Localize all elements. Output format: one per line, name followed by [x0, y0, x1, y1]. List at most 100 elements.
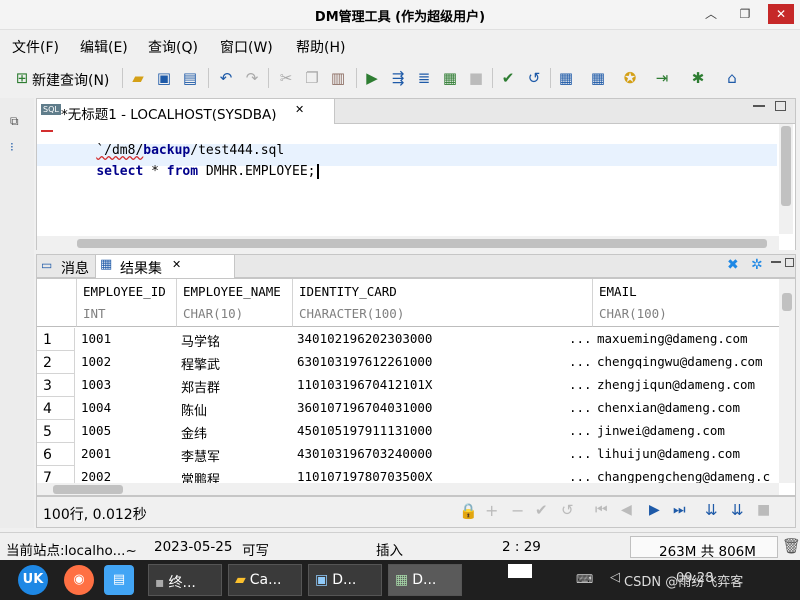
- grid-hscroll-thumb[interactable]: [53, 485, 123, 494]
- editor-scroll-thumb[interactable]: [781, 126, 791, 206]
- open-folder-icon[interactable]: ▰: [128, 68, 148, 88]
- cell-email[interactable]: maxueming@dameng.com: [597, 328, 779, 351]
- menu-window[interactable]: 窗口(W): [220, 37, 273, 57]
- minimize-result-icon[interactable]: [771, 261, 781, 263]
- step-run-icon[interactable]: ⇥: [652, 68, 672, 88]
- cell-employee-id[interactable]: 1004: [81, 397, 175, 420]
- trash-icon[interactable]: 🗑: [782, 537, 800, 555]
- cell-email[interactable]: jinwei@dameng.com: [597, 420, 779, 443]
- confirm-edit-icon[interactable]: ✔: [535, 501, 548, 519]
- volume-icon[interactable]: ◁: [610, 570, 620, 585]
- stop-fetch-icon[interactable]: ■: [757, 502, 770, 518]
- start-menu-icon[interactable]: UK: [18, 565, 48, 595]
- minimize-panel-icon[interactable]: [753, 105, 765, 107]
- cell-identity-card[interactable]: 11010319670412101X: [297, 374, 567, 397]
- paste-icon[interactable]: ▥: [328, 68, 348, 88]
- cell-employee-name[interactable]: 马学铭: [181, 328, 291, 351]
- save-icon[interactable]: ▣: [154, 68, 174, 88]
- commit-icon[interactable]: ✔: [498, 68, 518, 88]
- cell-employee-id[interactable]: 1002: [81, 351, 175, 374]
- stop-icon[interactable]: ■: [466, 68, 486, 88]
- task-terminal[interactable]: ▪ 终...: [148, 564, 222, 596]
- cell-employee-name[interactable]: 郑吉群: [181, 374, 291, 397]
- tab-messages[interactable]: 消息: [61, 258, 89, 278]
- menu-help[interactable]: 帮助(H): [296, 37, 345, 57]
- column-header-employee-id[interactable]: EMPLOYEE_ID INT: [77, 279, 177, 327]
- maximize-result-icon[interactable]: [785, 258, 794, 267]
- debug-wizard-icon[interactable]: ✪: [620, 68, 640, 88]
- grid-vertical-scrollbar[interactable]: [779, 279, 795, 483]
- column-header-identity-card[interactable]: IDENTITY_CARD CHARACTER(100): [293, 279, 593, 327]
- debug-bug-icon[interactable]: ✱: [688, 68, 708, 88]
- result-settings-icon[interactable]: ✲: [751, 257, 763, 273]
- grid-scroll-thumb[interactable]: [782, 293, 792, 311]
- minimize-button[interactable]: ︿: [700, 4, 722, 24]
- rollback-icon[interactable]: ↺: [524, 68, 544, 88]
- result-grid[interactable]: EMPLOYEE_ID INT EMPLOYEE_NAME CHAR(10) I…: [36, 278, 796, 496]
- previous-page-icon[interactable]: ◀: [621, 502, 632, 518]
- cut-icon[interactable]: ✂: [276, 68, 296, 88]
- cell-employee-name[interactable]: 金纬: [181, 420, 291, 443]
- editor-hscroll-thumb[interactable]: [77, 239, 767, 248]
- copy-icon[interactable]: ❐: [302, 68, 322, 88]
- close-button[interactable]: ✕: [768, 4, 794, 24]
- cell-employee-id[interactable]: 1003: [81, 374, 175, 397]
- keyboard-icon[interactable]: ⌨: [576, 572, 593, 586]
- tab-resultset-close-icon[interactable]: ✕: [172, 258, 181, 271]
- delete-row-icon[interactable]: −: [511, 501, 524, 520]
- fetch-next-icon[interactable]: ⇊: [705, 501, 718, 519]
- next-page-icon[interactable]: ▶: [649, 502, 660, 518]
- task-files[interactable]: ▰ Ca...: [228, 564, 302, 596]
- execute-script-icon[interactable]: ⇶: [388, 68, 408, 88]
- new-query-button[interactable]: 新建查询(N): [32, 70, 109, 90]
- execute-plan-icon[interactable]: ≣: [414, 68, 434, 88]
- cell-employee-id[interactable]: 2001: [81, 443, 175, 466]
- clear-results-icon[interactable]: ✖: [727, 257, 739, 273]
- cell-employee-id[interactable]: 1005: [81, 420, 175, 443]
- cell-employee-name[interactable]: 陈仙: [181, 397, 291, 420]
- cell-email[interactable]: chenxian@dameng.com: [597, 397, 779, 420]
- calendar-icon[interactable]: ▦: [588, 68, 608, 88]
- firefox-icon[interactable]: ◉: [64, 565, 94, 595]
- add-row-icon[interactable]: +: [485, 501, 498, 520]
- schedule-icon[interactable]: ▦: [556, 68, 576, 88]
- cell-email[interactable]: zhengjiqun@dameng.com: [597, 374, 779, 397]
- cell-identity-card[interactable]: 340102196202303000: [297, 328, 567, 351]
- menu-query[interactable]: 查询(Q): [148, 37, 198, 57]
- cell-identity-card[interactable]: 430103196703240000: [297, 443, 567, 466]
- first-page-icon[interactable]: ⏮: [595, 502, 608, 518]
- cell-employee-name[interactable]: 李慧军: [181, 443, 291, 466]
- column-header-employee-name[interactable]: EMPLOYEE_NAME CHAR(10): [177, 279, 293, 327]
- object-navigator-icon[interactable]: ⁝: [10, 140, 14, 154]
- cell-identity-card[interactable]: 630103197612261000: [297, 351, 567, 374]
- fetch-all-icon[interactable]: ⇊: [731, 501, 744, 519]
- save-all-icon[interactable]: ▤: [180, 68, 200, 88]
- maximize-panel-icon[interactable]: [775, 101, 786, 111]
- lock-icon[interactable]: 🔒: [459, 502, 478, 520]
- cell-employee-name[interactable]: 程擎武: [181, 351, 291, 374]
- redo-icon[interactable]: ↷: [242, 68, 262, 88]
- editor-horizontal-scrollbar[interactable]: [37, 236, 779, 250]
- cell-employee-id[interactable]: 1001: [81, 328, 175, 351]
- task-dm-console[interactable]: ▣ D...: [308, 564, 382, 596]
- menu-file[interactable]: 文件(F): [12, 37, 59, 57]
- execute-icon[interactable]: ▶: [362, 68, 382, 88]
- cell-email[interactable]: lihuijun@dameng.com: [597, 443, 779, 466]
- explain-icon[interactable]: ▦: [440, 68, 460, 88]
- cell-identity-card[interactable]: 450105197911131000: [297, 420, 567, 443]
- restore-view-icon[interactable]: ⧉: [10, 114, 19, 129]
- tab-resultset[interactable]: ▦ 结果集 ✕: [95, 255, 235, 278]
- editor-vertical-scrollbar[interactable]: [779, 124, 793, 234]
- last-page-icon[interactable]: ⏭: [673, 502, 686, 518]
- restore-button[interactable]: ❐: [734, 4, 756, 24]
- grid-horizontal-scrollbar[interactable]: [37, 483, 779, 495]
- column-header-email[interactable]: EMAIL CHAR(100): [593, 279, 779, 327]
- cancel-edit-icon[interactable]: ↺: [561, 501, 574, 519]
- cell-identity-card[interactable]: 360107196704031000: [297, 397, 567, 420]
- task-dm-manager[interactable]: ▦ D...: [388, 564, 462, 596]
- file-manager-launcher-icon[interactable]: ▤: [104, 565, 134, 595]
- undo-icon[interactable]: ↶: [216, 68, 236, 88]
- editor-tab-close-icon[interactable]: ✕: [295, 103, 304, 116]
- home-icon[interactable]: ⌂: [722, 68, 742, 88]
- memory-indicator[interactable]: 263M 共 806M: [630, 536, 778, 560]
